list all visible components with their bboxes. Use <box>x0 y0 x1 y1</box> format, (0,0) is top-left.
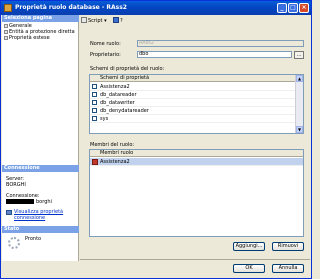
browse-owner-button[interactable]: ... <box>294 51 304 59</box>
dialog-window: Proprietà ruolo database - RAss2 _ □ × S… <box>0 0 312 279</box>
status-header: Stato <box>2 226 79 233</box>
owned-schemas-grid[interactable]: Schemi di proprietà Assistenza2 db_datar… <box>89 74 304 134</box>
role-members-label: Membri del ruolo: <box>90 142 135 148</box>
add-button[interactable]: Aggiungi... <box>233 242 265 251</box>
owned-schemas-label: Schemi di proprietà del ruolo: <box>90 66 165 72</box>
list-item[interactable]: db_datareader <box>90 91 296 99</box>
help-button[interactable]: ? <box>113 17 123 25</box>
table-row[interactable]: Assistenza2 <box>90 158 303 166</box>
left-pane: Seleziona pagina Generale Entità a prote… <box>2 15 79 261</box>
maximize-button[interactable]: □ <box>288 3 298 13</box>
footer-divider <box>80 259 310 260</box>
toolbar: Script ▾ ? <box>81 16 310 26</box>
remove-button[interactable]: Rimuovi <box>272 242 304 251</box>
owned-schemas-column-header: Schemi di proprietà <box>90 75 296 82</box>
owner-label: Proprietario: <box>90 52 121 58</box>
role-icon <box>92 159 98 165</box>
role-name-field[interactable]: RAss2 <box>137 40 304 47</box>
list-item[interactable]: db_datawriter <box>90 99 296 107</box>
role-name-label: Nome ruolo: <box>90 41 121 47</box>
connection-value: borghi <box>36 199 52 205</box>
window-title: Proprietà ruolo database - RAss2 <box>15 4 127 11</box>
vertical-scrollbar[interactable]: ▲ ▼ <box>295 75 303 133</box>
role-members-column-header: Membri ruolo <box>90 150 303 157</box>
title-bar[interactable]: Proprietà ruolo database - RAss2 _ □ × <box>1 1 311 15</box>
scroll-up-icon[interactable]: ▲ <box>296 75 303 82</box>
help-icon <box>113 17 119 23</box>
database-role-icon <box>4 4 12 12</box>
owner-field[interactable]: dbo <box>137 51 292 58</box>
script-button[interactable]: Script ▾ <box>81 17 107 25</box>
script-icon <box>81 17 87 23</box>
list-item[interactable]: Assistenza2 <box>90 83 296 91</box>
pages-header: Seleziona pagina <box>2 15 79 22</box>
page-item-extended-properties[interactable]: Proprietà estese <box>4 35 50 41</box>
page-icon <box>4 29 8 34</box>
minimize-button[interactable]: _ <box>277 3 287 13</box>
schema-checkbox[interactable] <box>92 100 97 105</box>
schema-checkbox[interactable] <box>92 116 97 121</box>
list-item[interactable]: sys <box>90 115 296 123</box>
scroll-down-icon[interactable]: ▼ <box>296 126 303 133</box>
schema-checkbox[interactable] <box>92 92 97 97</box>
status-value: Pronto <box>25 236 42 242</box>
list-item[interactable]: db_denydatareader <box>90 107 296 115</box>
page-icon <box>4 35 8 40</box>
schema-checkbox[interactable] <box>92 84 97 89</box>
role-members-grid[interactable]: Membri ruolo Assistenza2 <box>89 149 304 237</box>
redacted-block <box>6 199 34 204</box>
progress-icon <box>8 237 20 249</box>
schema-checkbox[interactable] <box>92 108 97 113</box>
ok-button[interactable]: OK <box>233 264 265 273</box>
cancel-button[interactable]: Annulla <box>272 264 304 273</box>
server-value: BORGHI <box>6 182 26 188</box>
connection-header: Connessione <box>2 165 79 172</box>
close-button[interactable]: × <box>299 3 309 13</box>
view-connection-properties-link-line2[interactable]: connessione <box>14 215 45 221</box>
connection-properties-icon <box>6 210 12 215</box>
page-icon <box>4 23 8 28</box>
